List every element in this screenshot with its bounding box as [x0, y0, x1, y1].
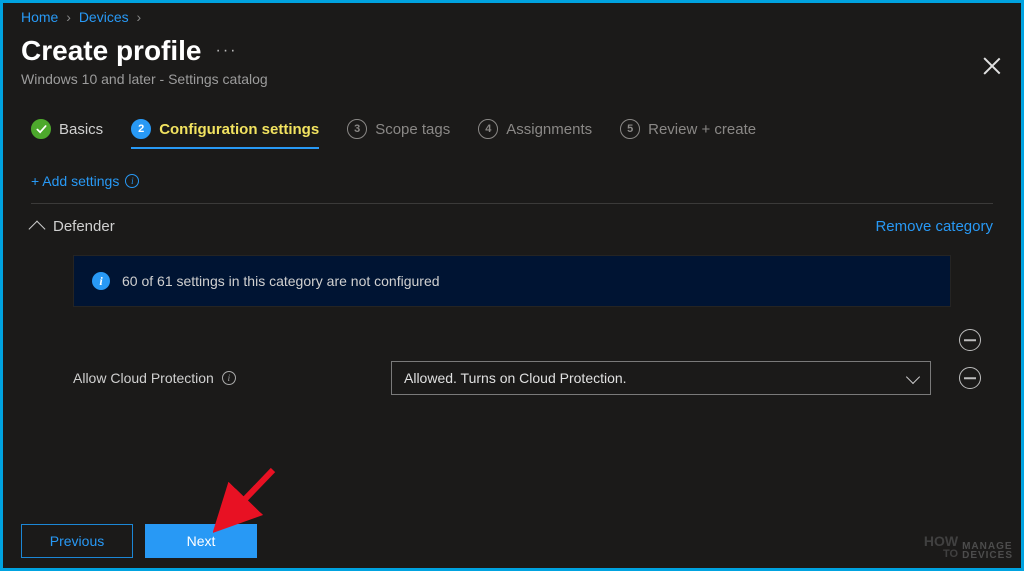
dropdown-selected-value: Allowed. Turns on Cloud Protection. — [404, 370, 627, 386]
step-configuration-settings[interactable]: 2 Configuration settings — [131, 119, 319, 149]
category-info-banner: i 60 of 61 settings in this category are… — [73, 255, 951, 307]
step-number: 5 — [620, 119, 640, 139]
page-title: Create profile — [21, 35, 202, 67]
step-number: 2 — [131, 119, 151, 139]
wizard-steps: Basics 2 Configuration settings 3 Scope … — [3, 105, 1021, 149]
step-number: 3 — [347, 119, 367, 139]
check-icon — [31, 119, 51, 139]
info-icon[interactable]: i — [125, 174, 139, 188]
step-number: 4 — [478, 119, 498, 139]
breadcrumb-home[interactable]: Home — [21, 9, 58, 25]
step-label: Review + create — [648, 121, 756, 138]
remove-setting-button[interactable] — [959, 367, 981, 389]
remove-category-button[interactable]: Remove category — [875, 218, 993, 235]
watermark: HOW TO MANAGE DEVICES — [924, 535, 1013, 560]
category-toggle[interactable]: Defender — [31, 218, 115, 235]
step-scope-tags[interactable]: 3 Scope tags — [347, 119, 450, 149]
info-icon[interactable]: i — [222, 371, 236, 385]
step-review-create[interactable]: 5 Review + create — [620, 119, 756, 149]
next-button[interactable]: Next — [145, 524, 257, 558]
add-settings-label: + Add settings — [31, 173, 119, 189]
add-settings-button[interactable]: + Add settings i — [3, 149, 1021, 203]
close-icon[interactable] — [979, 53, 1005, 79]
banner-text: 60 of 61 settings in this category are n… — [122, 273, 440, 289]
step-label: Scope tags — [375, 121, 450, 138]
breadcrumb: Home › Devices › — [3, 3, 1021, 27]
setting-label: Allow Cloud Protection — [73, 370, 214, 386]
step-label: Basics — [59, 121, 103, 138]
category-name: Defender — [53, 218, 115, 235]
setting-value-dropdown[interactable]: Allowed. Turns on Cloud Protection. — [391, 361, 931, 395]
chevron-up-icon — [29, 220, 46, 237]
breadcrumb-devices[interactable]: Devices — [79, 9, 129, 25]
previous-button[interactable]: Previous — [21, 524, 133, 558]
step-basics[interactable]: Basics — [31, 119, 103, 149]
chevron-right-icon: › — [66, 9, 71, 25]
page-subtitle: Windows 10 and later - Settings catalog — [3, 69, 1021, 105]
chevron-down-icon — [906, 370, 920, 384]
step-label: Configuration settings — [159, 121, 319, 138]
chevron-right-icon: › — [137, 9, 142, 25]
remove-item-button[interactable] — [959, 329, 981, 351]
info-icon: i — [92, 272, 110, 290]
step-assignments[interactable]: 4 Assignments — [478, 119, 592, 149]
more-icon[interactable]: ··· — [216, 42, 238, 60]
step-label: Assignments — [506, 121, 592, 138]
